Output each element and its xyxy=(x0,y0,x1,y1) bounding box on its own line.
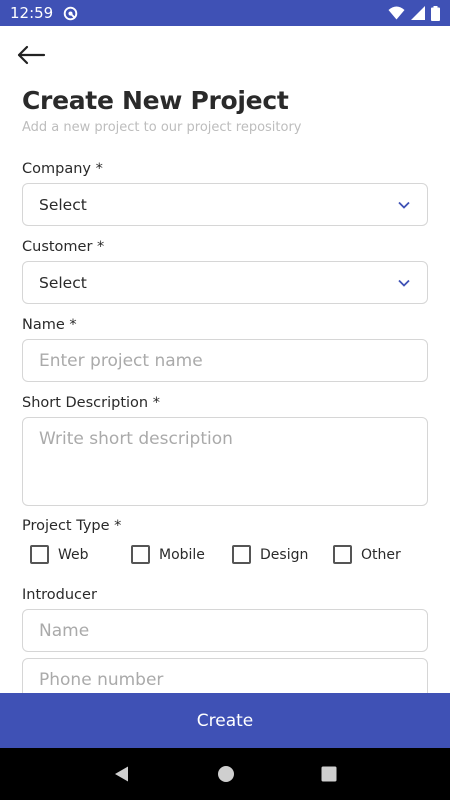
project-name-placeholder: Enter project name xyxy=(39,350,203,371)
company-label: Company * xyxy=(22,161,103,177)
checkbox-mobile-label: Mobile xyxy=(159,546,205,563)
nav-home-icon[interactable] xyxy=(217,765,235,783)
checkbox-other-label: Other xyxy=(361,546,401,563)
project-name-input[interactable]: Enter project name xyxy=(22,339,428,382)
nav-recents-icon[interactable] xyxy=(321,766,337,782)
page-subtitle: Add a new project to our project reposit… xyxy=(22,120,302,135)
chevron-down-icon xyxy=(398,201,410,209)
checkbox-icon xyxy=(333,545,352,564)
status-time: 12:59 xyxy=(10,4,54,22)
customer-label: Customer * xyxy=(22,239,105,255)
system-nav-bar xyxy=(0,748,450,800)
customer-select-value: Select xyxy=(39,273,87,292)
company-select-value: Select xyxy=(39,195,87,214)
introducer-phone-placeholder: Phone number xyxy=(39,669,164,690)
short-description-textarea[interactable]: Write short description xyxy=(22,417,428,506)
wifi-icon xyxy=(388,6,405,20)
checkbox-other[interactable]: Other xyxy=(333,545,401,564)
checkbox-icon xyxy=(131,545,150,564)
checkbox-design[interactable]: Design xyxy=(232,545,333,564)
status-bar: 12:59 xyxy=(0,0,450,26)
introducer-name-input[interactable]: Name xyxy=(22,609,428,652)
checkbox-mobile[interactable]: Mobile xyxy=(131,545,232,564)
short-description-label: Short Description * xyxy=(22,395,160,411)
introducer-phone-input[interactable]: Phone number xyxy=(22,658,428,693)
project-type-options: Web Mobile Design Other xyxy=(30,545,401,564)
page-title: Create New Project xyxy=(22,86,289,115)
create-button-label: Create xyxy=(196,710,254,731)
chevron-down-icon xyxy=(398,279,410,287)
customer-select[interactable]: Select xyxy=(22,261,428,304)
signal-icon xyxy=(411,6,425,20)
checkbox-web[interactable]: Web xyxy=(30,545,131,564)
checkbox-design-label: Design xyxy=(260,546,309,563)
app-notification-icon xyxy=(63,6,78,20)
checkbox-icon xyxy=(30,545,49,564)
battery-icon xyxy=(431,5,440,21)
short-description-placeholder: Write short description xyxy=(39,429,233,449)
introducer-label: Introducer xyxy=(22,587,97,603)
back-arrow-icon xyxy=(17,45,46,65)
back-button[interactable] xyxy=(16,42,50,68)
name-label: Name * xyxy=(22,317,77,333)
nav-back-icon[interactable] xyxy=(113,765,131,783)
create-project-form-screen: Create New Project Add a new project to … xyxy=(0,26,450,693)
company-select[interactable]: Select xyxy=(22,183,428,226)
checkbox-web-label: Web xyxy=(58,546,89,563)
introducer-name-placeholder: Name xyxy=(39,620,90,641)
checkbox-icon xyxy=(232,545,251,564)
create-button[interactable]: Create xyxy=(0,693,450,748)
project-type-label: Project Type * xyxy=(22,518,122,534)
